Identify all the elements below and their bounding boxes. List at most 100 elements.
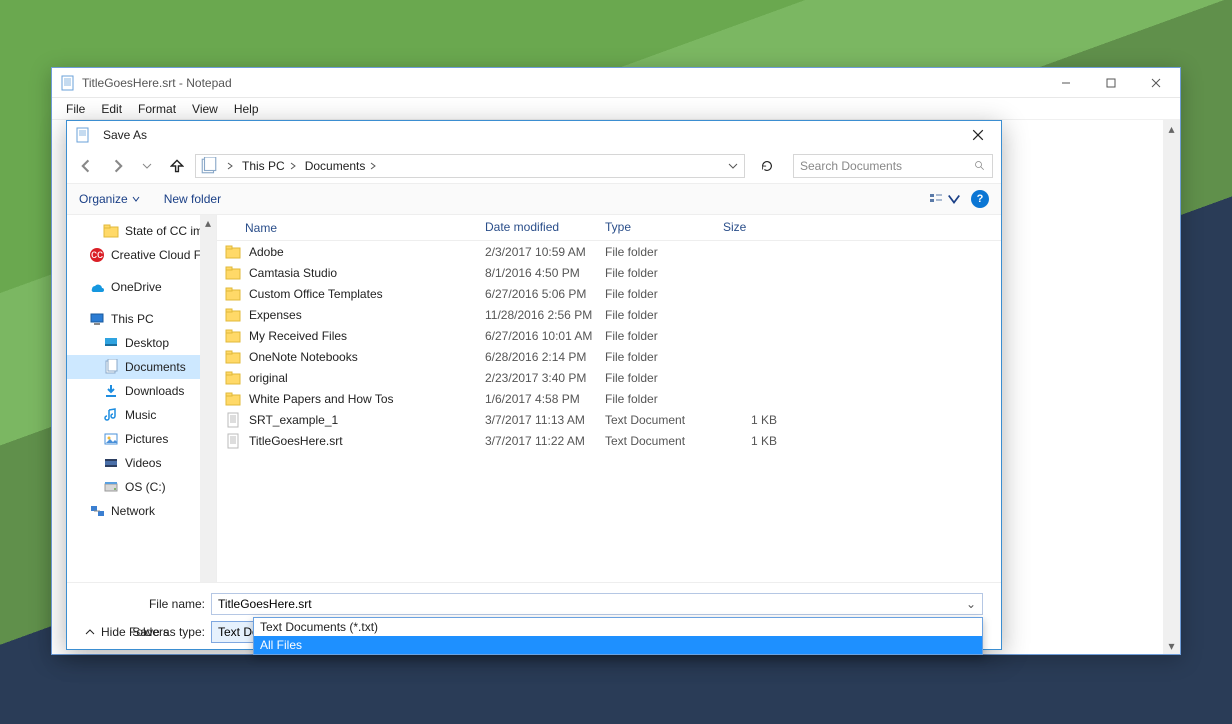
dialog-toolbar: Organize New folder ? bbox=[67, 183, 1001, 215]
column-name[interactable]: Name bbox=[217, 215, 477, 240]
nav-recent-button[interactable] bbox=[135, 154, 159, 178]
file-row[interactable]: My Received Files6/27/2016 10:01 AMFile … bbox=[217, 325, 1001, 346]
notepad-menubar: File Edit Format View Help bbox=[52, 98, 1180, 120]
file-date: 6/27/2016 5:06 PM bbox=[477, 287, 597, 301]
search-input[interactable]: Search Documents bbox=[793, 154, 993, 178]
file-row[interactable]: Expenses11/28/2016 2:56 PMFile folder bbox=[217, 304, 1001, 325]
refresh-button[interactable] bbox=[755, 154, 779, 178]
crumb-dropdown-button[interactable] bbox=[728, 161, 740, 171]
tree-item[interactable]: OS (C:) bbox=[67, 475, 216, 499]
hide-folders-button[interactable]: Hide Folders bbox=[85, 625, 169, 639]
file-date: 3/7/2017 11:13 AM bbox=[477, 413, 597, 427]
file-name: Custom Office Templates bbox=[249, 287, 383, 301]
file-type: File folder bbox=[597, 308, 715, 322]
help-button[interactable]: ? bbox=[971, 190, 989, 208]
chevron-down-icon[interactable]: ⌄ bbox=[966, 597, 976, 611]
notepad-icon bbox=[60, 75, 76, 91]
tree-item[interactable]: OneDrive bbox=[67, 275, 216, 299]
column-size[interactable]: Size bbox=[715, 215, 795, 240]
tree-item[interactable]: Music bbox=[67, 403, 216, 427]
dialog-close-button[interactable] bbox=[963, 122, 993, 148]
file-date: 6/27/2016 10:01 AM bbox=[477, 329, 597, 343]
file-type: File folder bbox=[597, 350, 715, 364]
file-name: original bbox=[249, 371, 288, 385]
tree-item[interactable]: Documents bbox=[67, 355, 216, 379]
column-type[interactable]: Type bbox=[597, 215, 715, 240]
file-size: 1 KB bbox=[715, 413, 795, 427]
notepad-title: TitleGoesHere.srt - Notepad bbox=[82, 76, 232, 90]
crumb-sep-0[interactable] bbox=[224, 162, 236, 170]
column-date[interactable]: Date modified bbox=[477, 215, 597, 240]
tree-item[interactable]: Network bbox=[67, 499, 216, 523]
menu-help[interactable]: Help bbox=[228, 100, 265, 118]
organize-button[interactable]: Organize bbox=[79, 192, 140, 206]
nav-forward-button[interactable] bbox=[105, 154, 129, 178]
menu-file[interactable]: File bbox=[60, 100, 91, 118]
tree-item[interactable]: State of CC imag bbox=[67, 219, 216, 243]
file-name: Adobe bbox=[249, 245, 284, 259]
nav-back-button[interactable] bbox=[75, 154, 99, 178]
breadcrumb[interactable]: This PC Documents bbox=[195, 154, 745, 178]
file-row[interactable]: original2/23/2017 3:40 PMFile folder bbox=[217, 367, 1001, 388]
file-name: TitleGoesHere.srt bbox=[249, 434, 343, 448]
nav-up-button[interactable] bbox=[165, 154, 189, 178]
search-icon bbox=[974, 160, 986, 172]
crumb-this-pc[interactable]: This PC bbox=[240, 159, 299, 173]
save-as-dialog: Save As This PC Documents Search Documen… bbox=[66, 120, 1002, 650]
crumb-documents[interactable]: Documents bbox=[303, 159, 380, 173]
scroll-up-icon[interactable]: ▴ bbox=[1163, 120, 1180, 137]
close-button[interactable] bbox=[1133, 69, 1178, 97]
file-type: File folder bbox=[597, 392, 715, 406]
search-placeholder: Search Documents bbox=[800, 159, 974, 173]
tree-item[interactable]: This PC bbox=[67, 307, 216, 331]
tree-item[interactable]: Downloads bbox=[67, 379, 216, 403]
file-name: Expenses bbox=[249, 308, 302, 322]
tree-item[interactable]: Videos bbox=[67, 451, 216, 475]
file-row[interactable]: White Papers and How Tos1/6/2017 4:58 PM… bbox=[217, 388, 1001, 409]
file-row[interactable]: SRT_example_13/7/2017 11:13 AMText Docum… bbox=[217, 409, 1001, 430]
dialog-titlebar[interactable]: Save As bbox=[67, 121, 1001, 149]
file-row[interactable]: Camtasia Studio8/1/2016 4:50 PMFile fold… bbox=[217, 262, 1001, 283]
svg-text:cc: cc bbox=[91, 247, 103, 261]
tree-item-label: Documents bbox=[125, 360, 186, 374]
file-date: 1/6/2017 4:58 PM bbox=[477, 392, 597, 406]
view-options-button[interactable] bbox=[929, 192, 961, 206]
file-row[interactable]: OneNote Notebooks6/28/2016 2:14 PMFile f… bbox=[217, 346, 1001, 367]
file-type: File folder bbox=[597, 329, 715, 343]
scroll-up-icon[interactable]: ▴ bbox=[200, 215, 216, 231]
notepad-scrollbar[interactable]: ▴ ▾ bbox=[1163, 120, 1180, 654]
tree-item-label: Desktop bbox=[125, 336, 169, 350]
file-date: 6/28/2016 2:14 PM bbox=[477, 350, 597, 364]
tree-item-label: Network bbox=[111, 504, 155, 518]
menu-view[interactable]: View bbox=[186, 100, 224, 118]
file-type: File folder bbox=[597, 287, 715, 301]
file-list: Name Date modified Type Size Adobe2/3/20… bbox=[217, 215, 1001, 582]
type-option[interactable]: Text Documents (*.txt) bbox=[254, 618, 982, 636]
tree-item[interactable]: Pictures bbox=[67, 427, 216, 451]
chevron-down-icon bbox=[132, 195, 140, 203]
file-type: Text Document bbox=[597, 434, 715, 448]
menu-format[interactable]: Format bbox=[132, 100, 182, 118]
file-name-field[interactable]: TitleGoesHere.srt ⌄ bbox=[211, 593, 983, 615]
tree-item-label: Music bbox=[125, 408, 156, 422]
notepad-titlebar[interactable]: TitleGoesHere.srt - Notepad bbox=[52, 68, 1180, 98]
file-type: File folder bbox=[597, 266, 715, 280]
scroll-down-icon[interactable]: ▾ bbox=[1163, 637, 1180, 654]
file-list-header[interactable]: Name Date modified Type Size bbox=[217, 215, 1001, 241]
file-row[interactable]: Adobe2/3/2017 10:59 AMFile folder bbox=[217, 241, 1001, 262]
maximize-button[interactable] bbox=[1088, 69, 1133, 97]
minimize-button[interactable] bbox=[1043, 69, 1088, 97]
save-as-type-dropdown[interactable]: Text Documents (*.txt)All Files bbox=[253, 617, 983, 655]
tree-item[interactable]: ccCreative Cloud Fil bbox=[67, 243, 216, 267]
file-row[interactable]: Custom Office Templates 6/27/2016 5:06 PM… bbox=[217, 283, 1001, 304]
documents-icon bbox=[200, 157, 218, 175]
navigation-tree[interactable]: State of CC imagccCreative Cloud Fil OneD… bbox=[67, 215, 217, 582]
file-row[interactable]: TitleGoesHere.srt3/7/2017 11:22 AMText D… bbox=[217, 430, 1001, 451]
new-folder-button[interactable]: New folder bbox=[164, 192, 221, 206]
file-date: 8/1/2016 4:50 PM bbox=[477, 266, 597, 280]
type-option[interactable]: All Files bbox=[254, 636, 982, 654]
tree-item[interactable]: Desktop bbox=[67, 331, 216, 355]
tree-scrollbar[interactable]: ▴ bbox=[200, 215, 216, 582]
chevron-up-icon bbox=[85, 627, 95, 637]
menu-edit[interactable]: Edit bbox=[95, 100, 128, 118]
